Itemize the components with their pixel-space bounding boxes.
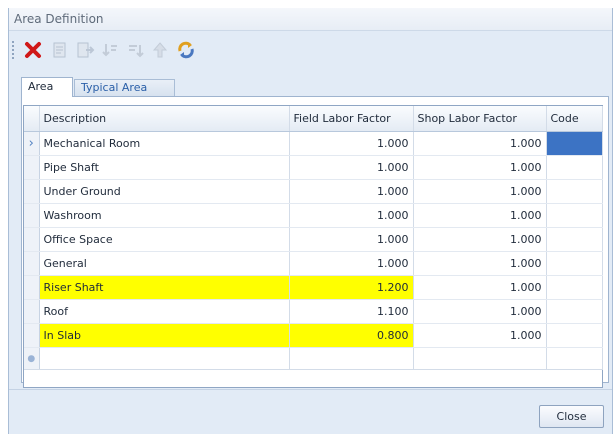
table-row[interactable]: In Slab 0.800 1.000 [24, 323, 603, 348]
column-header-field-labor-factor[interactable]: Field Labor Factor [289, 106, 414, 132]
cell-shop-labor-factor[interactable]: 1.000 [413, 203, 547, 228]
column-header-code[interactable]: Code [546, 106, 603, 132]
move-up-button[interactable] [148, 38, 172, 62]
cell-code[interactable] [546, 275, 603, 300]
sort-icon [102, 44, 117, 57]
footer-divider [9, 389, 612, 390]
area-grid: Description Field Labor Factor Shop Labo… [23, 105, 603, 388]
column-header-shop-labor-factor[interactable]: Shop Labor Factor [413, 106, 547, 132]
export-button[interactable] [73, 38, 97, 62]
row-selector[interactable] [24, 251, 40, 276]
row-selector[interactable] [24, 155, 40, 180]
move-up-icon [152, 42, 168, 58]
current-row-indicator-icon: › [28, 135, 34, 151]
column-header-description[interactable]: Description [39, 106, 290, 132]
new-row-icon: ● [27, 353, 36, 364]
header-row: Description Field Labor Factor Shop Labo… [24, 106, 603, 132]
cell-code[interactable] [546, 155, 603, 180]
cell-shop-labor-factor[interactable]: 1.000 [413, 251, 547, 276]
row-selector[interactable] [24, 203, 40, 228]
cell-description[interactable]: Riser Shaft [39, 275, 290, 300]
cell-field-labor-factor[interactable]: 1.000 [289, 155, 414, 180]
window-title: Area Definition [14, 12, 104, 26]
new-row-cell[interactable] [546, 347, 603, 370]
row-selector[interactable] [24, 179, 40, 204]
sort-button[interactable] [99, 38, 123, 62]
area-table: Description Field Labor Factor Shop Labo… [24, 106, 603, 370]
tab-area[interactable]: Area [21, 77, 73, 97]
table-row[interactable]: Office Space 1.000 1.000 [24, 227, 603, 252]
row-selector[interactable] [24, 227, 40, 252]
table-row[interactable]: Under Ground 1.000 1.000 [24, 179, 603, 204]
delete-button[interactable] [21, 38, 45, 62]
new-row-cell[interactable] [289, 347, 414, 370]
sort-down-icon [129, 45, 144, 58]
row-selector[interactable]: › [24, 131, 40, 156]
cell-description[interactable]: In Slab [39, 323, 290, 348]
tab-typical-area[interactable]: Typical Area [74, 79, 175, 97]
edit-icon [53, 42, 66, 58]
new-row-cell[interactable] [413, 347, 547, 370]
cell-description[interactable]: General [39, 251, 290, 276]
cell-code[interactable] [546, 131, 603, 156]
cell-description[interactable]: Roof [39, 299, 290, 324]
cell-description[interactable]: Washroom [39, 203, 290, 228]
cell-field-labor-factor[interactable]: 0.800 [289, 323, 414, 348]
cell-field-labor-factor[interactable]: 1.100 [289, 299, 414, 324]
cell-shop-labor-factor[interactable]: 1.000 [413, 179, 547, 204]
cell-description[interactable]: Pipe Shaft [39, 155, 290, 180]
row-selector[interactable] [24, 275, 40, 300]
delete-icon [25, 42, 41, 58]
cell-description[interactable]: Mechanical Room [39, 131, 290, 156]
cell-code[interactable] [546, 251, 603, 276]
close-button[interactable]: Close [539, 405, 604, 428]
cell-code[interactable] [546, 323, 603, 348]
new-row-selector[interactable]: ● [24, 347, 40, 370]
sort-down-button[interactable] [124, 38, 148, 62]
export-icon [77, 42, 95, 58]
cell-shop-labor-factor[interactable]: 1.000 [413, 131, 547, 156]
cell-shop-labor-factor[interactable]: 1.000 [413, 323, 547, 348]
table-row[interactable]: Pipe Shaft 1.000 1.000 [24, 155, 603, 180]
cell-code[interactable] [546, 179, 603, 204]
cell-field-labor-factor[interactable]: 1.000 [289, 227, 414, 252]
cell-description[interactable]: Under Ground [39, 179, 290, 204]
cell-code[interactable] [546, 227, 603, 252]
table-row[interactable]: Washroom 1.000 1.000 [24, 203, 603, 228]
cell-code[interactable] [546, 299, 603, 324]
cell-field-labor-factor[interactable]: 1.000 [289, 203, 414, 228]
cell-field-labor-factor[interactable]: 1.000 [289, 179, 414, 204]
cell-shop-labor-factor[interactable]: 1.000 [413, 155, 547, 180]
table-row[interactable]: › Mechanical Room 1.000 1.000 [24, 131, 603, 156]
table-row[interactable]: General 1.000 1.000 [24, 251, 603, 276]
cell-shop-labor-factor[interactable]: 1.000 [413, 299, 547, 324]
cell-shop-labor-factor[interactable]: 1.000 [413, 275, 547, 300]
edit-button[interactable] [48, 38, 72, 62]
title-bar: Area Definition [9, 8, 612, 31]
table-row[interactable]: Riser Shaft 1.200 1.000 [24, 275, 603, 300]
new-row[interactable]: ● [24, 347, 603, 370]
cell-shop-labor-factor[interactable]: 1.000 [413, 227, 547, 252]
cell-code[interactable] [546, 203, 603, 228]
cell-field-labor-factor[interactable]: 1.000 [289, 131, 414, 156]
toolbar-grip[interactable] [12, 41, 14, 59]
row-selector-header [24, 106, 40, 132]
cell-field-labor-factor[interactable]: 1.000 [289, 251, 414, 276]
cell-field-labor-factor[interactable]: 1.200 [289, 275, 414, 300]
toolbar [11, 33, 291, 67]
cell-description[interactable]: Office Space [39, 227, 290, 252]
tab-strip: Area Typical Area [21, 77, 601, 97]
new-row-cell[interactable] [39, 347, 290, 370]
row-selector[interactable] [24, 299, 40, 324]
row-selector[interactable] [24, 323, 40, 348]
table-row[interactable]: Roof 1.100 1.000 [24, 299, 603, 324]
refresh-icon [178, 41, 194, 59]
refresh-button[interactable] [174, 38, 198, 62]
